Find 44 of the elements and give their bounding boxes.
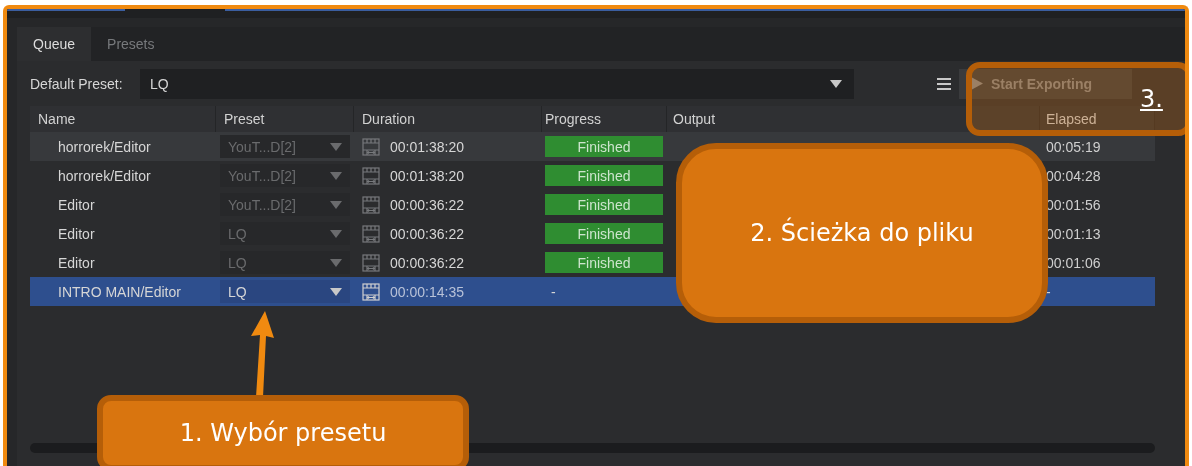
film-icon bbox=[362, 166, 380, 185]
caret-icon bbox=[330, 200, 342, 209]
default-preset-dropdown[interactable]: LQ bbox=[140, 68, 854, 99]
progress-bar: Finished bbox=[545, 165, 663, 186]
name-cell-text: Editor bbox=[57, 253, 96, 273]
duration-text: 00:01:38:20 bbox=[390, 167, 464, 184]
callout-text: 2. Ścieżka do pliku bbox=[750, 219, 974, 247]
caret-icon bbox=[330, 258, 342, 267]
name-cell-text: Editor bbox=[57, 195, 96, 215]
elapsed-cell-text: 00:04:28 bbox=[1045, 166, 1102, 186]
name-cell-text: INTRO MAIN/Editor bbox=[57, 282, 182, 302]
tab[interactable]: Queue bbox=[17, 27, 92, 61]
caret-icon bbox=[830, 79, 842, 88]
film-icon bbox=[362, 253, 380, 272]
progress-text: - bbox=[550, 283, 556, 300]
duration-text: 00:00:14:35 bbox=[390, 283, 464, 300]
callout-text: 1. Wybór presetu bbox=[179, 419, 387, 447]
film-icon bbox=[362, 137, 380, 156]
name-cell-text: horrorek/Editor bbox=[57, 166, 152, 186]
film-icon bbox=[362, 195, 380, 214]
caret-icon bbox=[330, 229, 342, 238]
name-cell-text: Editor bbox=[57, 224, 96, 244]
progress-bar: Finished bbox=[545, 252, 663, 273]
caret-icon bbox=[330, 142, 342, 151]
elapsed-cell-text: 00:01:56 bbox=[1045, 195, 1102, 215]
duration-text: 00:00:36:22 bbox=[390, 225, 464, 242]
default-preset-label: Default Preset: bbox=[30, 75, 124, 92]
progress-bar: Finished bbox=[545, 194, 663, 215]
tab[interactable]: Presets bbox=[91, 27, 171, 61]
name-cell-text: horrorek/Editor bbox=[57, 137, 152, 157]
duration-text: 00:00:36:22 bbox=[390, 196, 464, 213]
film-icon bbox=[362, 224, 380, 243]
progress-bar: Finished bbox=[545, 223, 663, 244]
menu-icon[interactable] bbox=[937, 77, 951, 90]
caret-icon bbox=[330, 171, 342, 180]
elapsed-cell-text: - bbox=[1045, 282, 1052, 302]
elapsed-cell-text: 00:05:19 bbox=[1045, 137, 1102, 157]
film-icon bbox=[362, 282, 380, 301]
caret-icon bbox=[330, 287, 342, 296]
preset-dropdown[interactable]: LQ bbox=[220, 280, 350, 303]
duration-text: 00:01:38:20 bbox=[390, 138, 464, 155]
play-icon bbox=[971, 77, 983, 90]
progress-bar: Finished bbox=[545, 136, 663, 157]
duration-text: 00:00:36:22 bbox=[390, 254, 464, 271]
